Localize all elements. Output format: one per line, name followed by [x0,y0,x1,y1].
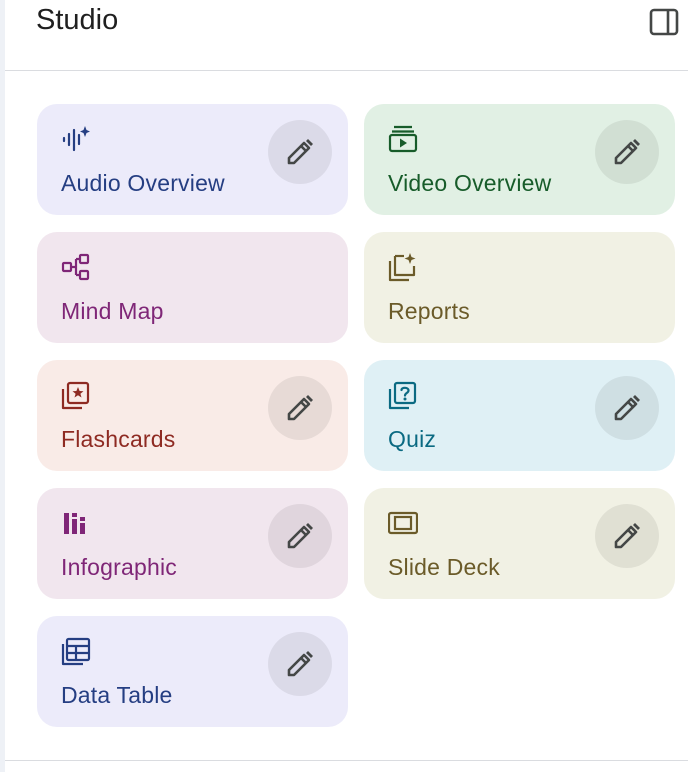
card-quiz[interactable]: Quiz [364,360,675,471]
card-slide-deck[interactable]: Slide Deck [364,488,675,599]
edit-button[interactable] [595,504,659,568]
pencil-icon [287,139,313,165]
card-label: Data Table [61,682,173,708]
pencil-icon [287,651,313,677]
card-label: Slide Deck [388,554,500,580]
card-label: Mind Map [61,298,164,324]
panel-toggle-button[interactable] [648,6,680,38]
reports-icon [388,252,418,282]
page-title: Studio [36,4,119,36]
audio-waveform-icon [61,124,91,154]
data-table-icon [61,636,91,666]
divider [5,760,688,761]
edit-button[interactable] [268,120,332,184]
pencil-icon [614,395,640,421]
video-icon [388,124,418,154]
edit-button[interactable] [268,376,332,440]
card-label: Audio Overview [61,170,225,196]
card-label: Flashcards [61,426,176,452]
panel-left-edge [0,0,5,772]
pencil-icon [614,139,640,165]
card-label: Reports [388,298,470,324]
mind-map-icon [61,252,91,282]
card-infographic[interactable]: Infographic [37,488,348,599]
edit-button[interactable] [595,376,659,440]
card-data-table[interactable]: Data Table [37,616,348,727]
side-panel-icon [649,8,679,36]
card-label: Infographic [61,554,177,580]
edit-button[interactable] [595,120,659,184]
studio-header: Studio [5,0,688,71]
card-reports[interactable]: Reports [364,232,675,343]
card-audio-overview[interactable]: Audio Overview [37,104,348,215]
quiz-icon [388,380,418,410]
card-label: Video Overview [388,170,552,196]
edit-button[interactable] [268,504,332,568]
edit-button[interactable] [268,632,332,696]
flashcards-icon [61,380,91,410]
card-flashcards[interactable]: Flashcards [37,360,348,471]
pencil-icon [287,523,313,549]
card-mind-map[interactable]: Mind Map [37,232,348,343]
card-video-overview[interactable]: Video Overview [364,104,675,215]
infographic-icon [61,508,91,538]
card-label: Quiz [388,426,437,452]
pencil-icon [287,395,313,421]
pencil-icon [614,523,640,549]
slide-deck-icon [388,508,418,538]
